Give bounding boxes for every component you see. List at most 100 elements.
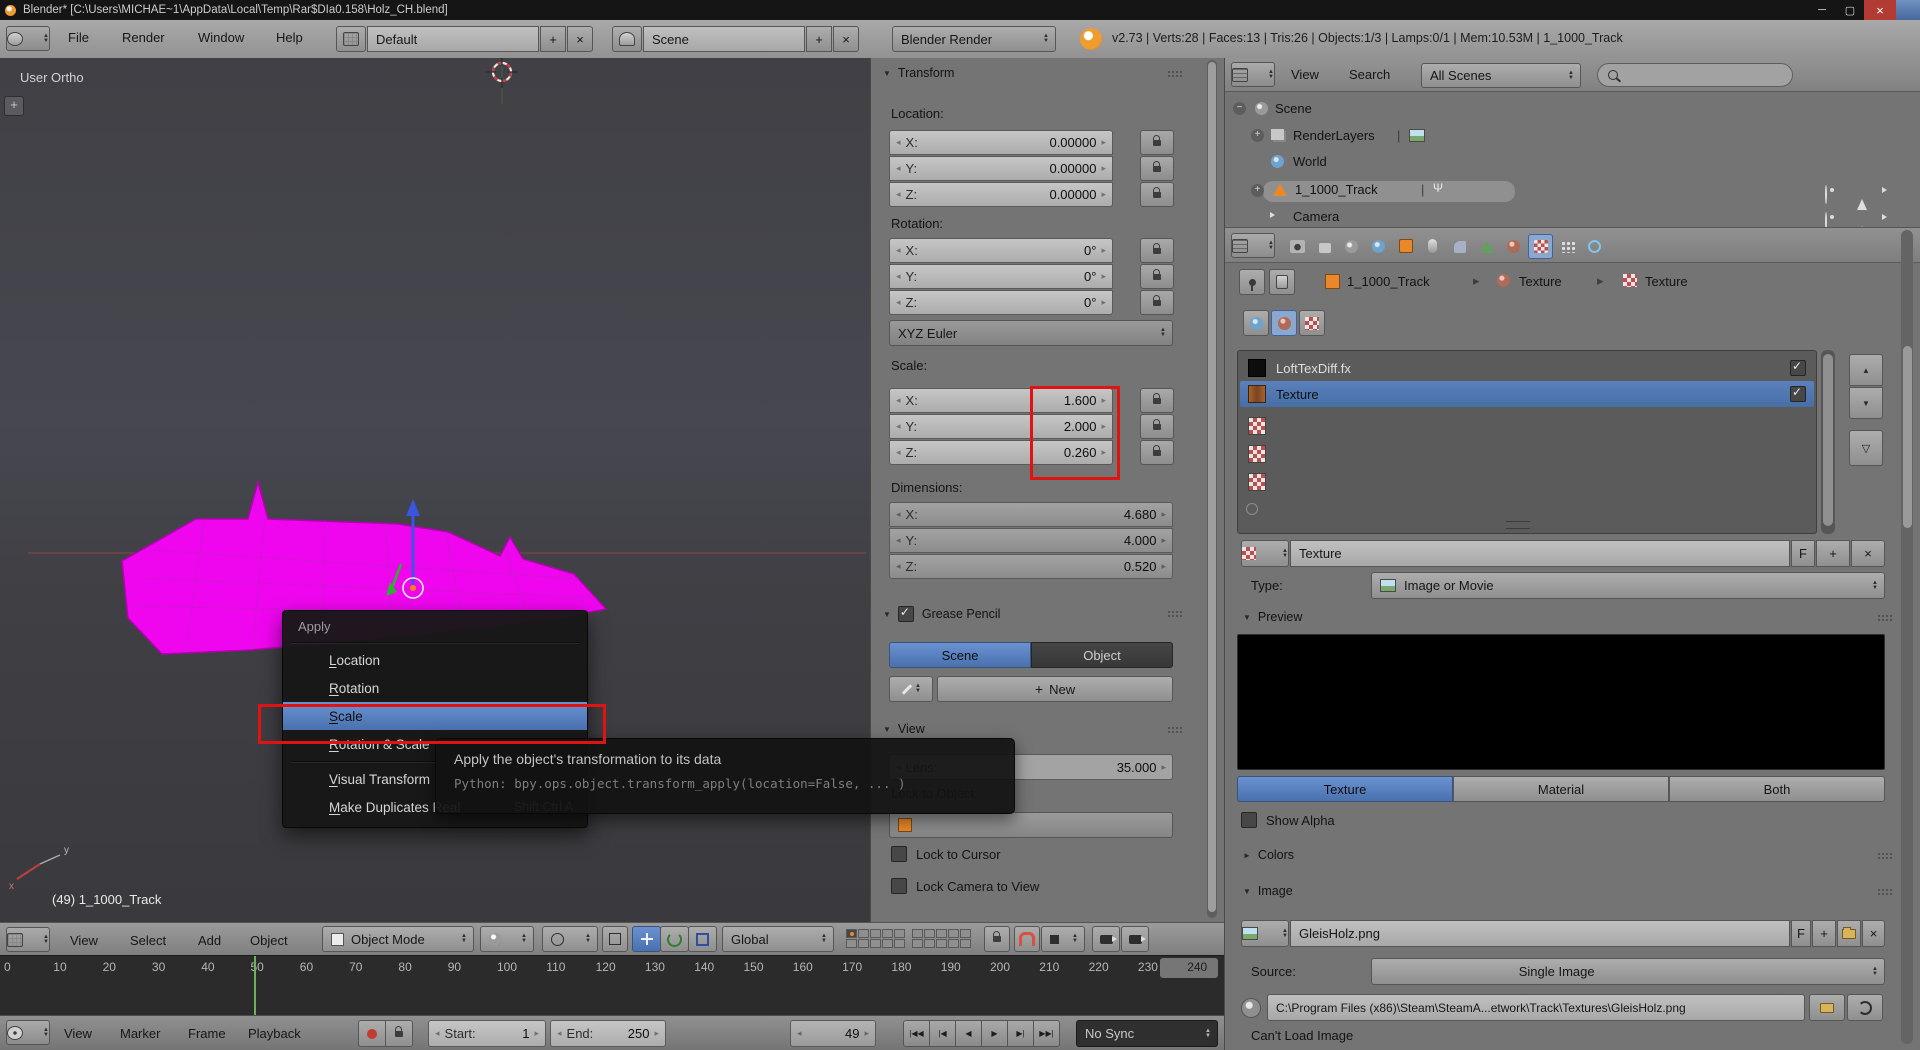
breadcrumb-material[interactable]: Texture bbox=[1519, 274, 1562, 289]
jump-prev-keyframe-button[interactable]: |◀ bbox=[929, 1020, 956, 1047]
layer-toggle[interactable] bbox=[858, 939, 869, 948]
opengl-render-anim-button[interactable] bbox=[1121, 926, 1149, 952]
outliner-row-camera[interactable]: Camera bbox=[1293, 209, 1339, 224]
expand-icon[interactable]: + bbox=[1251, 129, 1264, 142]
fake-user-button[interactable]: F bbox=[1791, 540, 1815, 567]
layer-toggle[interactable] bbox=[846, 939, 857, 948]
properties-tab-object-data[interactable] bbox=[1474, 234, 1499, 259]
view-panel-header[interactable]: View bbox=[883, 722, 925, 736]
outliner-search-input[interactable] bbox=[1597, 63, 1793, 87]
layer-toggle[interactable] bbox=[936, 929, 947, 938]
outliner-row-renderlayers[interactable]: RenderLayers bbox=[1293, 128, 1375, 143]
panel-drag-dots-icon[interactable] bbox=[1877, 888, 1893, 896]
preview-material-tab[interactable]: Material bbox=[1453, 776, 1669, 802]
texture-browse-button[interactable] bbox=[1241, 540, 1289, 567]
material-textures-tab[interactable] bbox=[1271, 310, 1297, 336]
lock-rotation-y-button[interactable] bbox=[1140, 264, 1174, 289]
scene-browse-button[interactable] bbox=[612, 26, 642, 52]
browse-path-button[interactable] bbox=[1809, 994, 1845, 1021]
other-textures-tab[interactable] bbox=[1299, 310, 1325, 336]
view-menu[interactable]: View bbox=[70, 933, 98, 948]
layer-toggle[interactable] bbox=[870, 929, 881, 938]
editor-type-properties-button[interactable] bbox=[1231, 233, 1275, 258]
mode-dropdown[interactable]: Object Mode bbox=[322, 926, 474, 952]
end-frame-field[interactable]: End:250 bbox=[550, 1020, 666, 1047]
breadcrumb-object[interactable]: 1_1000_Track bbox=[1347, 274, 1430, 289]
grease-pencil-draw-button[interactable] bbox=[889, 676, 933, 702]
scrollbar-thumb[interactable] bbox=[1903, 346, 1912, 528]
texture-slot-texture[interactable]: Texture bbox=[1240, 381, 1814, 407]
preview-texture-tab[interactable]: Texture bbox=[1237, 776, 1453, 802]
location-x-field[interactable]: X:0.00000 bbox=[889, 130, 1113, 155]
selectable-toggle-icon[interactable] bbox=[1857, 182, 1867, 200]
scrollbar-thumb[interactable] bbox=[1823, 354, 1833, 526]
image-name-field[interactable]: GleisHolz.png bbox=[1290, 920, 1790, 947]
image-browse-button[interactable] bbox=[1241, 920, 1289, 947]
scrollbar-thumb[interactable] bbox=[1208, 62, 1216, 912]
screen-layout-field[interactable]: Default bbox=[367, 26, 539, 52]
grease-pencil-panel-header[interactable]: Grease Pencil bbox=[883, 606, 1000, 622]
texture-name-field[interactable]: Texture bbox=[1290, 540, 1790, 567]
transform-panel-header[interactable]: Transform bbox=[883, 66, 954, 80]
manipulator-rotate-button[interactable] bbox=[660, 926, 689, 952]
render-engine-dropdown[interactable]: Blender Render bbox=[892, 26, 1056, 52]
properties-tab-texture[interactable] bbox=[1528, 234, 1553, 259]
properties-tab-physics[interactable] bbox=[1582, 234, 1607, 259]
pack-image-icon[interactable] bbox=[1241, 998, 1261, 1018]
properties-tab-modifiers[interactable] bbox=[1447, 234, 1472, 259]
start-frame-field[interactable]: Start:1 bbox=[428, 1020, 546, 1047]
timeline-view-menu[interactable]: View bbox=[64, 1026, 92, 1041]
unlink-texture-button[interactable]: × bbox=[1851, 540, 1885, 567]
layer-toggle[interactable] bbox=[894, 929, 905, 938]
editor-type-info-button[interactable] bbox=[6, 26, 50, 51]
layer-toggle[interactable] bbox=[948, 939, 959, 948]
dimension-y-field[interactable]: Y:4.000 bbox=[889, 528, 1173, 553]
lock-to-scene-button[interactable] bbox=[984, 926, 1010, 952]
expand-icon[interactable]: + bbox=[1251, 184, 1264, 197]
outliner-row-track[interactable]: 1_1000_Track bbox=[1295, 182, 1378, 197]
breadcrumb-texture[interactable]: Texture bbox=[1645, 274, 1688, 289]
lock-to-object-field[interactable] bbox=[889, 812, 1173, 838]
slot-enabled-checkbox[interactable] bbox=[1790, 360, 1806, 376]
preview-panel-header[interactable]: Preview bbox=[1243, 610, 1302, 624]
snap-element-dropdown[interactable] bbox=[1041, 926, 1085, 952]
world-textures-tab[interactable] bbox=[1243, 310, 1269, 336]
timeline-ruler[interactable]: 0102030405060708090100110120130140150160… bbox=[0, 955, 1224, 1015]
add-scene-button[interactable]: + bbox=[806, 26, 832, 52]
properties-scrollbar[interactable] bbox=[1901, 230, 1913, 1044]
image-path-field[interactable]: C:\Program Files (x86)\Steam\SteamA...et… bbox=[1267, 994, 1805, 1021]
add-layout-button[interactable]: + bbox=[540, 26, 566, 52]
lock-scale-x-button[interactable] bbox=[1140, 388, 1174, 413]
current-frame-line[interactable] bbox=[254, 956, 256, 1015]
slot-list-scrollbar[interactable] bbox=[1821, 350, 1835, 534]
timeline-frame-menu[interactable]: Frame bbox=[188, 1026, 226, 1041]
menu-render[interactable]: Render bbox=[122, 30, 165, 45]
colors-panel-header[interactable]: Colors bbox=[1243, 848, 1294, 862]
panel-drag-dots-icon[interactable] bbox=[1877, 852, 1893, 860]
delete-scene-button[interactable]: × bbox=[833, 26, 859, 52]
location-z-field[interactable]: Z:0.00000 bbox=[889, 182, 1113, 207]
lock-rotation-z-button[interactable] bbox=[1140, 290, 1174, 315]
panel-drag-dots-icon[interactable] bbox=[1167, 610, 1183, 618]
properties-tab-constraints[interactable] bbox=[1420, 233, 1445, 258]
pivot-align-toggle[interactable] bbox=[602, 926, 628, 952]
properties-tab-scene[interactable] bbox=[1339, 234, 1364, 259]
lock-to-cursor-row[interactable]: Lock to Cursor bbox=[891, 846, 1001, 862]
layer-toggle[interactable] bbox=[924, 939, 935, 948]
viewport-shading-dropdown[interactable] bbox=[480, 926, 534, 952]
menu-window[interactable]: Window bbox=[198, 30, 244, 45]
show-alpha-checkbox[interactable] bbox=[1241, 812, 1257, 828]
outliner-view-menu[interactable]: View bbox=[1291, 67, 1319, 82]
dimension-z-field[interactable]: Z:0.520 bbox=[889, 554, 1173, 579]
timeline-marker-menu[interactable]: Marker bbox=[120, 1026, 160, 1041]
properties-tab-render-layers[interactable] bbox=[1312, 235, 1337, 260]
editor-type-3dview-button[interactable] bbox=[6, 927, 50, 952]
location-y-field[interactable]: Y:0.00000 bbox=[889, 156, 1113, 181]
outliner-filter-dropdown[interactable]: All Scenes bbox=[1421, 63, 1581, 88]
image-panel-header[interactable]: Image bbox=[1243, 884, 1293, 898]
maximize-button[interactable]: ▢ bbox=[1836, 4, 1864, 17]
grease-pencil-object-tab[interactable]: Object bbox=[1031, 642, 1173, 668]
scene-name-field[interactable]: Scene bbox=[643, 26, 805, 52]
menu-item-location[interactable]: Location bbox=[283, 646, 587, 674]
play-button[interactable]: ▶ bbox=[981, 1020, 1008, 1047]
